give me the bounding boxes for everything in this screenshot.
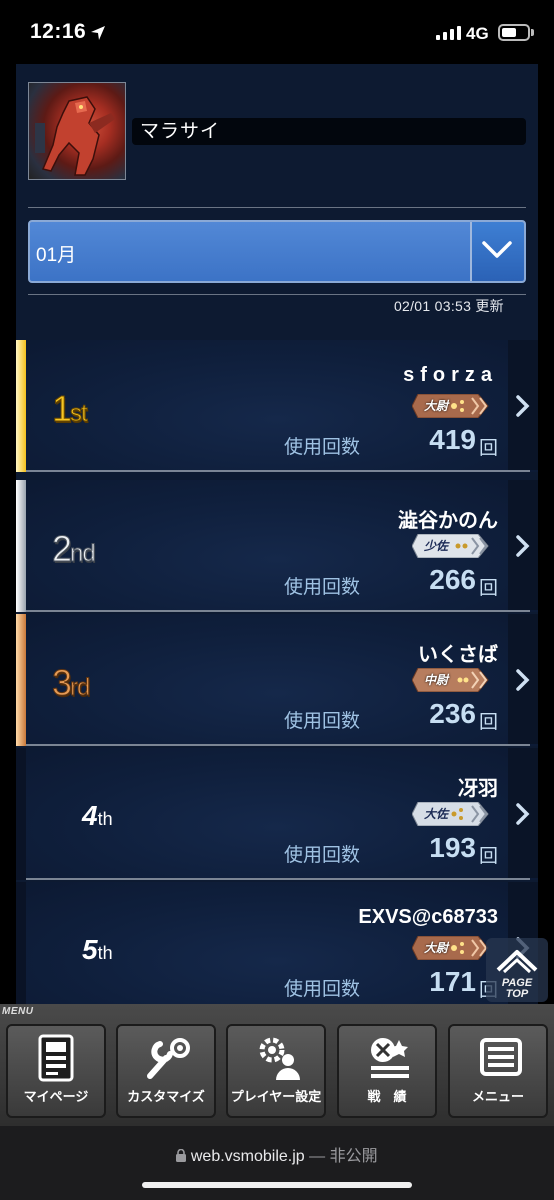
- usage-count: 171: [429, 966, 476, 997]
- usage-label: 使用回数: [284, 437, 361, 458]
- player-name[interactable]: 冴羽: [458, 772, 498, 801]
- rank-label: 3rd: [51, 662, 90, 704]
- ranking-row[interactable]: 5th EXVS@c68733 大尉 使用回数 171 回: [16, 882, 538, 1010]
- mobile-suit-thumbnail: [28, 82, 126, 180]
- url-privacy: — 非公開: [309, 1148, 378, 1165]
- menu-label: カスタマイズ: [127, 1089, 205, 1104]
- chevron-right-icon: [516, 535, 530, 557]
- grade-badge: 少佐: [412, 534, 494, 558]
- divider: [28, 207, 526, 208]
- customize-icon: [147, 1038, 190, 1079]
- rank-color-strip: [16, 882, 26, 1010]
- menu-icon: [480, 1038, 522, 1076]
- rank-label: 4th: [82, 800, 113, 831]
- mobile-suit-image: [35, 96, 115, 176]
- rank-color-strip: [16, 614, 26, 746]
- player-name[interactable]: sforza: [403, 364, 498, 387]
- grade-label: 大佐: [424, 807, 449, 821]
- grade-label: 中尉: [424, 673, 449, 687]
- usage-count: 266: [429, 564, 476, 595]
- grade-badge: 大尉: [412, 936, 494, 960]
- url-text[interactable]: web.vsmobile.jp — 非公開: [0, 1142, 554, 1166]
- menu-button-menu[interactable]: メニュー: [448, 1024, 548, 1118]
- menu-label: プレイヤー設定: [230, 1089, 322, 1104]
- mobile-suit-name: マラサイ: [132, 118, 526, 145]
- row-detail-button[interactable]: [508, 340, 538, 470]
- usage-count: 419: [429, 424, 476, 455]
- usage-label: 使用回数: [284, 845, 361, 866]
- rank-color-strip: [16, 748, 26, 880]
- chevron-down-icon: [482, 241, 512, 258]
- rank-label: 1st: [51, 388, 88, 430]
- grade-badge: 中尉: [412, 668, 494, 692]
- signal-icon: [436, 26, 461, 40]
- url-domain: web.vsmobile.jp: [190, 1148, 305, 1165]
- menu-button-record[interactable]: 戦 績: [337, 1024, 437, 1118]
- grade-label: 大尉: [424, 399, 449, 413]
- browser-url-bar[interactable]: web.vsmobile.jp — 非公開: [0, 1126, 554, 1200]
- lock-icon: [176, 1148, 187, 1162]
- rank-color-strip: [16, 340, 26, 472]
- usage-unit: 回: [478, 712, 498, 733]
- location-arrow-icon: [91, 26, 105, 40]
- ranking-row[interactable]: 1st sforza 大尉 使用回数 419 回: [16, 340, 538, 472]
- menu-button-mypage[interactable]: マイページ: [6, 1024, 106, 1118]
- bottom-menu: MENU マイページ カスタマイズ プレイヤー設定 戦 績 メニュー: [0, 1004, 554, 1126]
- battery-icon: [498, 24, 530, 41]
- mypage-icon: [38, 1034, 74, 1082]
- chevron-right-icon: [516, 803, 530, 825]
- grade-label: 大尉: [424, 941, 449, 955]
- page-top-button[interactable]: PAGE TOP: [486, 938, 548, 1002]
- ranking-row[interactable]: 2nd 澁谷かのん 少佐 使用回数 266 回: [16, 480, 538, 612]
- ranking-row[interactable]: 4th 冴羽 大佐 使用回数 193 回: [16, 748, 538, 880]
- grade-label: 少佐: [424, 539, 449, 553]
- network-type: 4G: [466, 24, 489, 43]
- status-time: 12:16: [30, 20, 87, 43]
- menu-label: 戦 績: [367, 1089, 407, 1104]
- row-detail-button[interactable]: [508, 480, 538, 610]
- rank-label: 5th: [82, 934, 113, 965]
- month-select-toggle[interactable]: [470, 222, 524, 281]
- player-name[interactable]: EXVS@c68733: [358, 906, 498, 929]
- page-top-label: PAGE TOP: [501, 977, 533, 1000]
- menu-tag: MENU: [2, 1006, 34, 1017]
- usage-label: 使用回数: [284, 711, 361, 732]
- ranking-row[interactable]: 3rd いくさば 中尉 使用回数 236 回: [16, 614, 538, 746]
- record-icon: [371, 1038, 409, 1078]
- menu-button-player-settings[interactable]: プレイヤー設定: [226, 1024, 326, 1118]
- menu-label: マイページ: [23, 1089, 89, 1104]
- rank-color-strip: [16, 480, 26, 612]
- page-top-icon: [496, 950, 538, 974]
- player-name[interactable]: いくさば: [418, 638, 498, 667]
- menu-label: メニュー: [471, 1089, 524, 1104]
- divider: [28, 294, 526, 295]
- usage-label: 使用回数: [284, 577, 361, 598]
- row-detail-button[interactable]: [508, 748, 538, 878]
- menu-button-customize[interactable]: カスタマイズ: [116, 1024, 216, 1118]
- month-select[interactable]: 01月: [28, 220, 526, 283]
- grade-badge: 大佐: [412, 802, 494, 826]
- usage-count: 193: [429, 832, 476, 863]
- usage-unit: 回: [478, 846, 498, 867]
- updated-timestamp: 02/01 03:53 更新: [393, 298, 504, 314]
- player-settings-icon: [259, 1037, 300, 1080]
- ranking-page: マラサイ 01月 02/01 03:53 更新 1st sforza 大尉 使用…: [16, 64, 538, 1010]
- chevron-right-icon: [516, 395, 530, 417]
- rank-label: 2nd: [51, 528, 96, 570]
- player-name[interactable]: 澁谷かのん: [398, 504, 498, 533]
- usage-unit: 回: [478, 578, 498, 599]
- row-detail-button[interactable]: [508, 614, 538, 744]
- usage-count: 236: [429, 698, 476, 729]
- month-select-value: 01月: [36, 245, 77, 266]
- usage-unit: 回: [478, 438, 498, 459]
- home-indicator[interactable]: [142, 1182, 412, 1188]
- chevron-right-icon: [516, 669, 530, 691]
- status-bar: 12:16 4G: [0, 0, 554, 64]
- grade-badge: 大尉: [412, 394, 494, 418]
- usage-label: 使用回数: [284, 979, 361, 1000]
